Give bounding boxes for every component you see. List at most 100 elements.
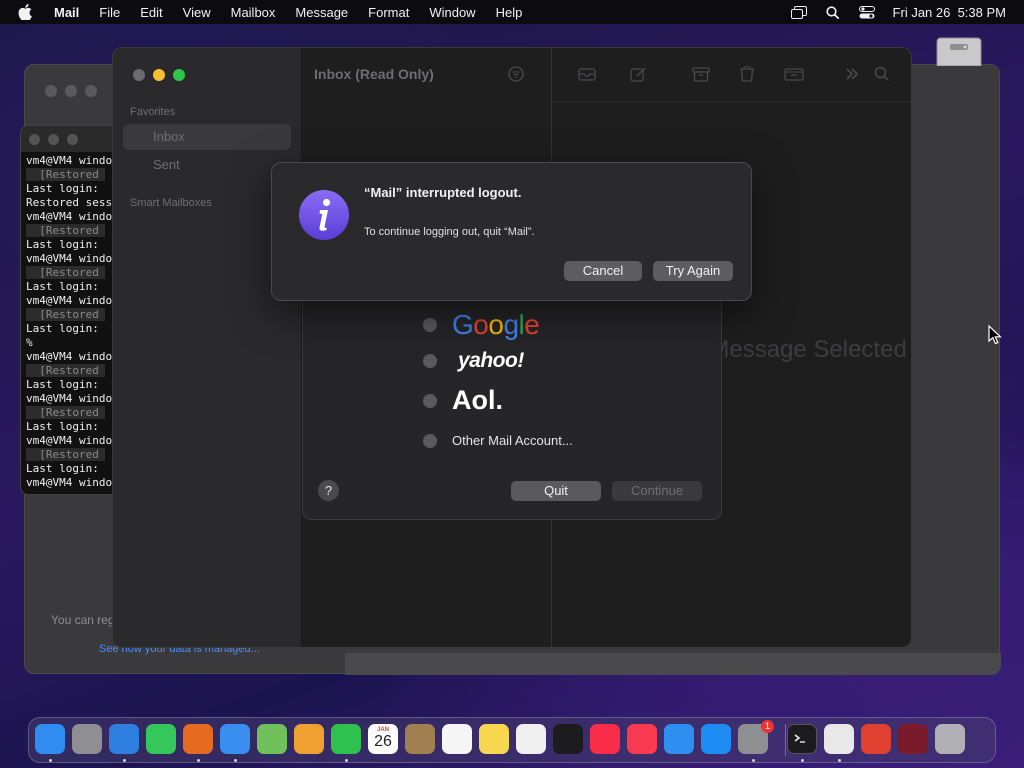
running-indicator [234,759,237,762]
try-again-button[interactable]: Try Again [653,261,733,281]
compass-icon[interactable] [861,724,891,754]
radio-button[interactable] [423,354,437,368]
terminal-zoom-button[interactable] [67,133,78,145]
terminal-line: [Restored [26,266,106,279]
control-center-icon[interactable] [858,5,875,19]
radio-button[interactable] [423,318,437,332]
terminal-line: [Restored [26,308,106,321]
provider-option-aol[interactable]: Aol. [423,385,503,416]
facetime-icon[interactable] [331,724,361,754]
notes-icon[interactable] [479,724,509,754]
firefox-icon[interactable] [183,724,213,754]
menu-clock[interactable]: Fri Jan 26 5:38 PM [893,5,1006,20]
more-toolbar-chevron-icon[interactable] [844,66,862,82]
menu-message[interactable]: Message [295,5,348,20]
mouse-cursor-icon [988,324,1002,345]
terminal-line: Last login: [26,420,106,433]
messages-icon[interactable] [146,724,176,754]
continue-button[interactable]: Continue [612,481,702,501]
appstore-icon[interactable] [701,724,731,754]
terminal-titlebar [21,126,119,152]
filter-icon[interactable] [508,66,524,87]
terminal-line: vm4@VM4 windo [26,294,113,307]
info-icon [298,189,350,241]
keynote-icon[interactable] [664,724,694,754]
menu-format[interactable]: Format [368,5,409,20]
menu-mailbox[interactable]: Mailbox [231,5,276,20]
screen-mirroring-icon[interactable] [790,5,807,19]
trash-icon[interactable] [935,724,965,754]
junk-icon[interactable] [784,66,804,82]
terminal-output[interactable]: vm4@VM4 windo [Restored Last login: Rest… [21,152,119,490]
terminal-close-button[interactable] [29,133,40,145]
hard-disk-icon[interactable] [934,36,984,67]
terminal-line: vm4@VM4 windo [26,154,113,167]
sidebar-item-inbox[interactable]: Inbox [123,124,291,150]
yahoo-logo: yahoo! [458,349,524,372]
menu-file[interactable]: File [99,5,120,20]
appletv-icon[interactable] [553,724,583,754]
terminal-line: [Restored [26,364,106,377]
mail-zoom-button[interactable] [173,69,185,81]
calendar-icon[interactable]: JAN 26 [368,724,398,754]
menu-app-name[interactable]: Mail [54,5,79,20]
mail-minimize-button[interactable] [153,69,165,81]
help-button[interactable]: ? [318,480,339,501]
google-logo: Google [452,309,540,340]
running-indicator [123,759,126,762]
provider-option-other[interactable]: Other Mail Account... [423,433,573,448]
mail-close-button[interactable] [133,69,145,81]
radio-button[interactable] [423,433,437,448]
sidebar-item-sent[interactable]: Sent [123,152,291,178]
contacts-icon[interactable] [405,724,435,754]
archive-icon[interactable] [692,66,710,82]
menu-edit[interactable]: Edit [140,5,162,20]
running-indicator [838,759,841,762]
dock: JAN 26 1 [28,717,996,763]
terminal-line: Last login: [26,378,106,391]
running-indicator [49,759,52,762]
terminal-minimize-button[interactable] [48,133,59,145]
mail-icon[interactable] [220,724,250,754]
radio-button[interactable] [423,393,437,408]
launchpad-icon[interactable] [72,724,102,754]
minimize-button[interactable] [65,85,77,97]
music-icon[interactable] [590,724,620,754]
get-mail-icon[interactable] [578,66,596,82]
menu-view[interactable]: View [183,5,211,20]
maps-icon[interactable] [257,724,287,754]
terminal-window: vm4@VM4 windo [Restored Last login: Rest… [20,125,120,495]
close-button[interactable] [45,85,57,97]
wine-icon[interactable] [898,724,928,754]
running-indicator [197,759,200,762]
menu-window[interactable]: Window [429,5,475,20]
provider-option-google[interactable]: Google [423,309,540,341]
mail-traffic-lights [133,69,185,81]
terminal-icon[interactable] [787,724,817,754]
spotlight-search-icon[interactable] [825,5,841,19]
search-icon[interactable] [874,66,892,82]
reminders-icon[interactable] [442,724,472,754]
terminal-line: Last login: [26,280,106,293]
chrome-icon[interactable] [824,724,854,754]
compose-icon[interactable] [630,66,648,82]
terminal-line: Last login: [26,462,106,475]
provider-option-yahoo[interactable]: yahoo! [423,349,524,373]
quit-button[interactable]: Quit [511,481,601,501]
trash-icon[interactable] [738,66,756,82]
mailbox-title: Inbox (Read Only) [314,66,434,82]
logout-interrupted-alert: “Mail” interrupted logout. To continue l… [271,162,752,301]
cancel-button[interactable]: Cancel [564,261,642,281]
zoom-button[interactable] [85,85,97,97]
finder-icon[interactable] [35,724,65,754]
freeform-icon[interactable] [516,724,546,754]
apple-menu-icon[interactable] [18,4,36,20]
safari-icon[interactable] [109,724,139,754]
photos-icon[interactable] [294,724,324,754]
news-icon[interactable] [627,724,657,754]
background-window-bottom-strip [345,653,1001,675]
menu-help[interactable]: Help [496,5,523,20]
terminal-line: vm4@VM4 windo [26,434,113,447]
terminal-line: Last login: [26,322,106,335]
mail-sidebar: Favorites Inbox Sent Smart Mailboxes [113,48,302,647]
